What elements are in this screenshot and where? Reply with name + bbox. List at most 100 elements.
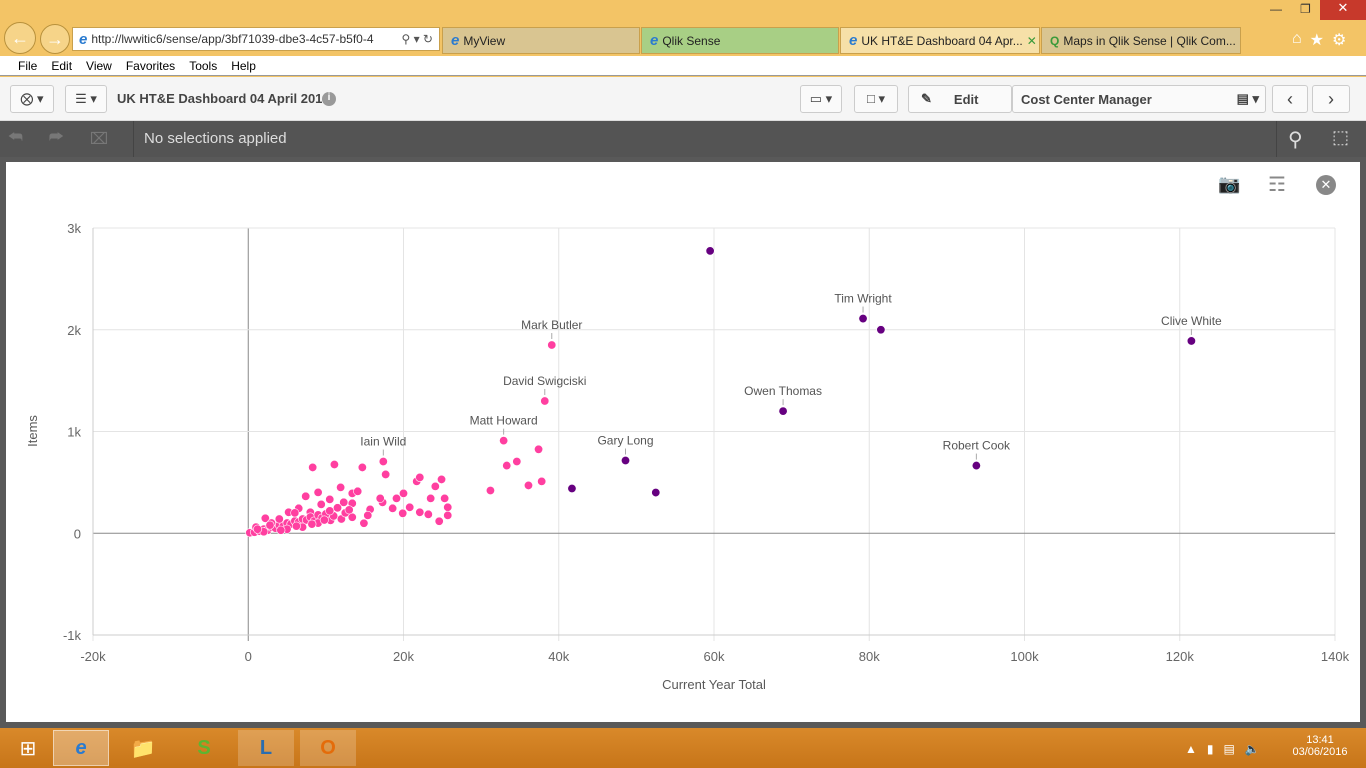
data-point[interactable] xyxy=(440,493,450,503)
restore-button[interactable]: ❐ xyxy=(1300,2,1311,16)
data-point[interactable] xyxy=(651,488,661,498)
volume-icon[interactable]: 🔈 xyxy=(1245,742,1260,756)
data-point[interactable] xyxy=(308,462,318,472)
data-point[interactable] xyxy=(534,444,544,454)
menu-file[interactable]: File xyxy=(18,59,37,73)
data-point[interactable] xyxy=(325,506,335,516)
data-point[interactable] xyxy=(307,519,317,529)
data-point[interactable] xyxy=(537,476,547,486)
data-point[interactable] xyxy=(398,488,408,498)
tray-expand-icon[interactable]: ▲ xyxy=(1185,742,1197,756)
data-point[interactable] xyxy=(316,499,326,509)
menu-view[interactable]: View xyxy=(86,59,112,73)
sheet-selector[interactable]: Cost Center Manager ▤ ▾ xyxy=(1012,85,1266,113)
tab-qlik-sense[interactable]: e Qlik Sense xyxy=(641,27,839,54)
close-window-button[interactable]: ✕ xyxy=(1320,0,1366,20)
taskbar-qlik-icon[interactable]: S xyxy=(176,730,232,766)
present-button[interactable]: ▭ ▾ xyxy=(800,85,842,113)
edit-button[interactable]: ✎ Edit xyxy=(908,85,1012,113)
data-point[interactable] xyxy=(512,457,522,467)
clear-all-icon[interactable]: ⌧ xyxy=(90,129,108,149)
taskbar-explorer-icon[interactable]: 📁 xyxy=(115,730,171,766)
taskbar-outlook-icon[interactable]: O xyxy=(300,730,356,766)
navigation-button[interactable]: ⨂ ▾ xyxy=(10,85,54,113)
network-icon[interactable]: ▤ xyxy=(1224,742,1235,756)
data-point[interactable] xyxy=(291,521,301,531)
forward-button[interactable]: → xyxy=(40,24,70,54)
data-point[interactable] xyxy=(547,340,557,350)
data-point[interactable] xyxy=(443,510,453,520)
data-point[interactable] xyxy=(336,482,346,492)
info-icon[interactable]: i xyxy=(322,92,336,106)
point-label[interactable]: David Swigciski xyxy=(503,374,586,388)
tab-myview[interactable]: e MyView xyxy=(442,27,640,54)
data-point[interactable] xyxy=(353,486,363,496)
bookmark-button[interactable]: □ ▾ xyxy=(854,85,898,113)
data-point[interactable] xyxy=(274,514,284,524)
tab-dashboard-active[interactable]: e UK HT&E Dashboard 04 Apr... ✕ xyxy=(840,27,1040,54)
favorites-star-icon[interactable]: ★ xyxy=(1310,30,1324,50)
data-point[interactable] xyxy=(499,436,509,446)
home-icon[interactable]: ⌂ xyxy=(1292,30,1302,50)
data-point[interactable] xyxy=(325,494,335,504)
point-label[interactable]: Robert Cook xyxy=(943,439,1011,453)
data-point[interactable] xyxy=(388,503,398,513)
point-label[interactable]: Iain Wild xyxy=(360,435,406,449)
data-point[interactable] xyxy=(621,455,631,465)
data-point[interactable] xyxy=(415,472,425,482)
data-point[interactable] xyxy=(523,480,533,490)
menu-edit[interactable]: Edit xyxy=(51,59,72,73)
data-point[interactable] xyxy=(705,246,715,256)
data-point[interactable] xyxy=(392,493,402,503)
data-point[interactable] xyxy=(423,509,433,519)
data-point[interactable] xyxy=(375,493,385,503)
data-point[interactable] xyxy=(301,491,311,501)
data-point[interactable] xyxy=(329,459,339,469)
power-icon[interactable]: ▮ xyxy=(1207,742,1214,756)
point-label[interactable]: Clive White xyxy=(1161,314,1222,328)
data-point[interactable] xyxy=(971,461,981,471)
data-point[interactable] xyxy=(437,474,447,484)
step-forward-icon[interactable]: ⮫ xyxy=(49,129,64,149)
data-point[interactable] xyxy=(434,516,444,526)
scatter-plot[interactable]: -20k 0 20k 40k 60k 80k 100k 120k 140k-1k01k2k3k … xyxy=(6,162,1360,722)
data-point[interactable] xyxy=(381,469,391,479)
smart-selection-icon[interactable]: ⬚ xyxy=(1332,127,1349,148)
data-point[interactable] xyxy=(357,462,367,472)
point-label[interactable]: Owen Thomas xyxy=(744,384,822,398)
data-point[interactable] xyxy=(313,487,323,497)
data-point[interactable] xyxy=(319,515,329,525)
data-point[interactable] xyxy=(290,508,300,518)
point-label[interactable]: Tim Wright xyxy=(834,292,892,306)
data-point[interactable] xyxy=(567,483,577,493)
data-point[interactable] xyxy=(540,396,550,406)
address-bar[interactable]: e http://lwwitic6/sense/app/3bf71039-dbe3… xyxy=(72,27,440,51)
data-point[interactable] xyxy=(443,502,453,512)
menu-tools[interactable]: Tools xyxy=(189,59,217,73)
previous-sheet-button[interactable]: ‹ xyxy=(1272,85,1308,113)
data-point[interactable] xyxy=(333,503,343,513)
data-point[interactable] xyxy=(276,525,286,535)
data-point[interactable] xyxy=(502,461,512,471)
data-point[interactable] xyxy=(876,325,886,335)
step-back-icon[interactable]: ⮪ xyxy=(8,129,23,149)
close-tab-icon[interactable]: ✕ xyxy=(1027,34,1037,48)
data-point[interactable] xyxy=(430,481,440,491)
global-menu-button[interactable]: ☰ ▾ xyxy=(65,85,107,113)
next-sheet-button[interactable]: › xyxy=(1312,85,1350,113)
point-label[interactable]: Gary Long xyxy=(597,433,653,447)
data-point[interactable] xyxy=(359,518,369,528)
menu-favorites[interactable]: Favorites xyxy=(126,59,175,73)
data-point[interactable] xyxy=(265,520,275,530)
minimize-button[interactable]: — xyxy=(1270,2,1282,16)
search-icon[interactable]: ⚲ xyxy=(1288,127,1303,152)
data-point[interactable] xyxy=(858,314,868,324)
data-point[interactable] xyxy=(398,508,408,518)
search-refresh-icons[interactable]: ⚲ ▾ ↻ xyxy=(395,32,439,46)
clock[interactable]: 13:41 03/06/2016 xyxy=(1290,734,1350,758)
point-label[interactable]: Matt Howard xyxy=(470,414,538,428)
data-point[interactable] xyxy=(415,507,425,517)
point-label[interactable]: Mark Butler xyxy=(521,318,582,332)
data-point[interactable] xyxy=(253,524,263,534)
data-point[interactable] xyxy=(363,510,373,520)
